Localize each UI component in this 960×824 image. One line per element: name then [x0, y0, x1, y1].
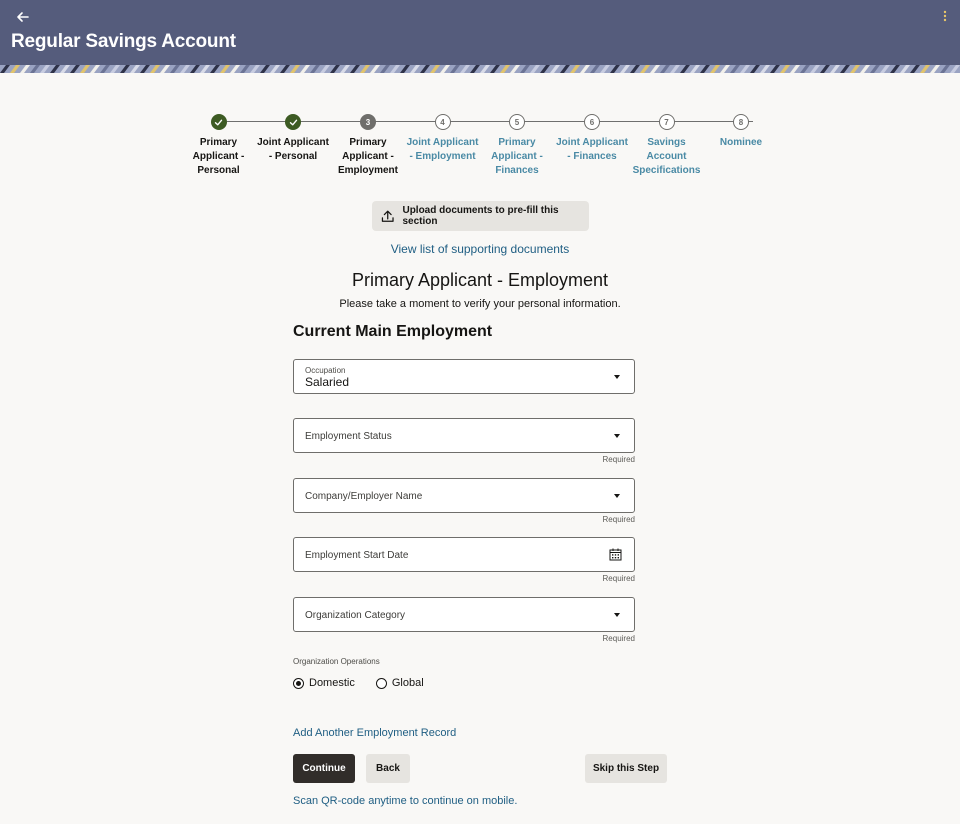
- checkmark-icon: [210, 114, 227, 130]
- app-title: Regular Savings Account: [11, 31, 236, 52]
- employment-status-select[interactable]: Employment Status: [293, 418, 635, 453]
- step-number-badge: 5: [509, 114, 525, 130]
- add-employment-record-link[interactable]: Add Another Employment Record: [293, 727, 456, 739]
- section-title: Current Main Employment: [293, 323, 493, 340]
- step-number-badge: 8: [733, 114, 749, 130]
- decorative-banner-strip: [0, 65, 960, 73]
- continue-button[interactable]: Continue: [293, 754, 355, 783]
- kebab-menu-icon[interactable]: [942, 10, 948, 24]
- stepper-step-label: Primary Applicant - Employment: [337, 137, 398, 176]
- stepper-step-8: 8 Nominee: [704, 112, 778, 150]
- upload-documents-label: Upload documents to pre-fill this sectio…: [402, 205, 559, 227]
- org-category-required-hint: Required: [602, 634, 635, 643]
- stepper-step-7: 7 Savings Account Specifications: [630, 112, 704, 178]
- start-date-required-hint: Required: [602, 574, 635, 583]
- stepper-step-label: Primary Applicant - Finances: [491, 137, 543, 176]
- step-number-badge: 7: [658, 114, 675, 130]
- chevron-down-icon: [614, 434, 620, 438]
- stepper-step-3[interactable]: 3 Primary Applicant - Employment: [331, 112, 405, 178]
- stepper-step-label: Joint Applicant - Finances: [556, 137, 628, 162]
- stepper-step-1[interactable]: Primary Applicant - Personal: [182, 112, 256, 178]
- progress-stepper: Primary Applicant - Personal Joint Applic…: [180, 112, 780, 192]
- employment-start-date-field[interactable]: Employment Start Date: [293, 537, 635, 572]
- step-number-badge: 4: [434, 114, 451, 130]
- scan-qr-code-link[interactable]: Scan QR-code anytime to continue on mobi…: [293, 795, 517, 807]
- stepper-step-label: Primary Applicant - Personal: [192, 137, 245, 176]
- occupation-label: Occupation: [305, 366, 346, 375]
- calendar-icon[interactable]: [609, 548, 622, 561]
- organization-operations-label: Organization Operations: [293, 657, 380, 666]
- app-header: Regular Savings Account: [0, 0, 960, 65]
- stepper-step-5: 5 Primary Applicant - Finances: [480, 112, 554, 178]
- supporting-documents-link[interactable]: View list of supporting documents: [0, 242, 960, 256]
- radio-checked-icon[interactable]: [293, 677, 304, 689]
- step-number-badge: 6: [584, 114, 600, 130]
- radio-global-label: Global: [391, 677, 424, 689]
- skip-step-button[interactable]: Skip this Step: [585, 754, 667, 783]
- upload-icon: [381, 210, 394, 222]
- back-button[interactable]: Back: [366, 754, 410, 783]
- employment-status-label: Employment Status: [305, 431, 392, 442]
- stepper-step-label: Nominee: [719, 137, 763, 148]
- stepper-step-label: Joint Applicant - Employment: [406, 137, 479, 162]
- radio-domestic-label: Domestic: [309, 677, 355, 689]
- stepper-step-label: Savings Account Specifications: [632, 137, 701, 176]
- organization-operations-radio-group: Domestic Global: [293, 677, 445, 689]
- radio-global[interactable]: Global: [375, 677, 424, 689]
- chevron-down-icon: [614, 375, 620, 379]
- organization-category-label: Organization Category: [305, 610, 406, 621]
- page-subtitle: Please take a moment to verify your pers…: [339, 298, 621, 310]
- stepper-step-4: 4 Joint Applicant - Employment: [406, 112, 480, 164]
- step-number-badge: 3: [360, 114, 376, 130]
- stepper-step-6: 6 Joint Applicant - Finances: [555, 112, 629, 164]
- employment-start-date-label: Employment Start Date: [305, 550, 409, 561]
- checkmark-icon: [285, 114, 301, 130]
- radio-unchecked-icon[interactable]: [375, 677, 387, 689]
- employer-name-required-hint: Required: [602, 515, 635, 524]
- occupation-value: Salaried: [305, 375, 350, 389]
- back-arrow-icon[interactable]: [14, 8, 32, 26]
- stepper-step-label: Joint Applicant - Personal: [257, 137, 329, 162]
- upload-documents-button[interactable]: Upload documents to pre-fill this sectio…: [372, 201, 589, 231]
- employment-status-required-hint: Required: [602, 455, 635, 464]
- employer-name-label: Company/Employer Name: [305, 491, 423, 502]
- stepper-step-2[interactable]: Joint Applicant - Personal: [256, 112, 330, 164]
- employer-name-select[interactable]: Company/Employer Name: [293, 478, 635, 513]
- chevron-down-icon: [614, 613, 620, 617]
- page-title: Primary Applicant - Employment: [351, 270, 609, 290]
- organization-category-select[interactable]: Organization Category: [293, 597, 635, 632]
- occupation-select[interactable]: Occupation Salaried: [293, 359, 635, 394]
- chevron-down-icon: [614, 494, 620, 498]
- radio-domestic[interactable]: Domestic: [293, 677, 355, 689]
